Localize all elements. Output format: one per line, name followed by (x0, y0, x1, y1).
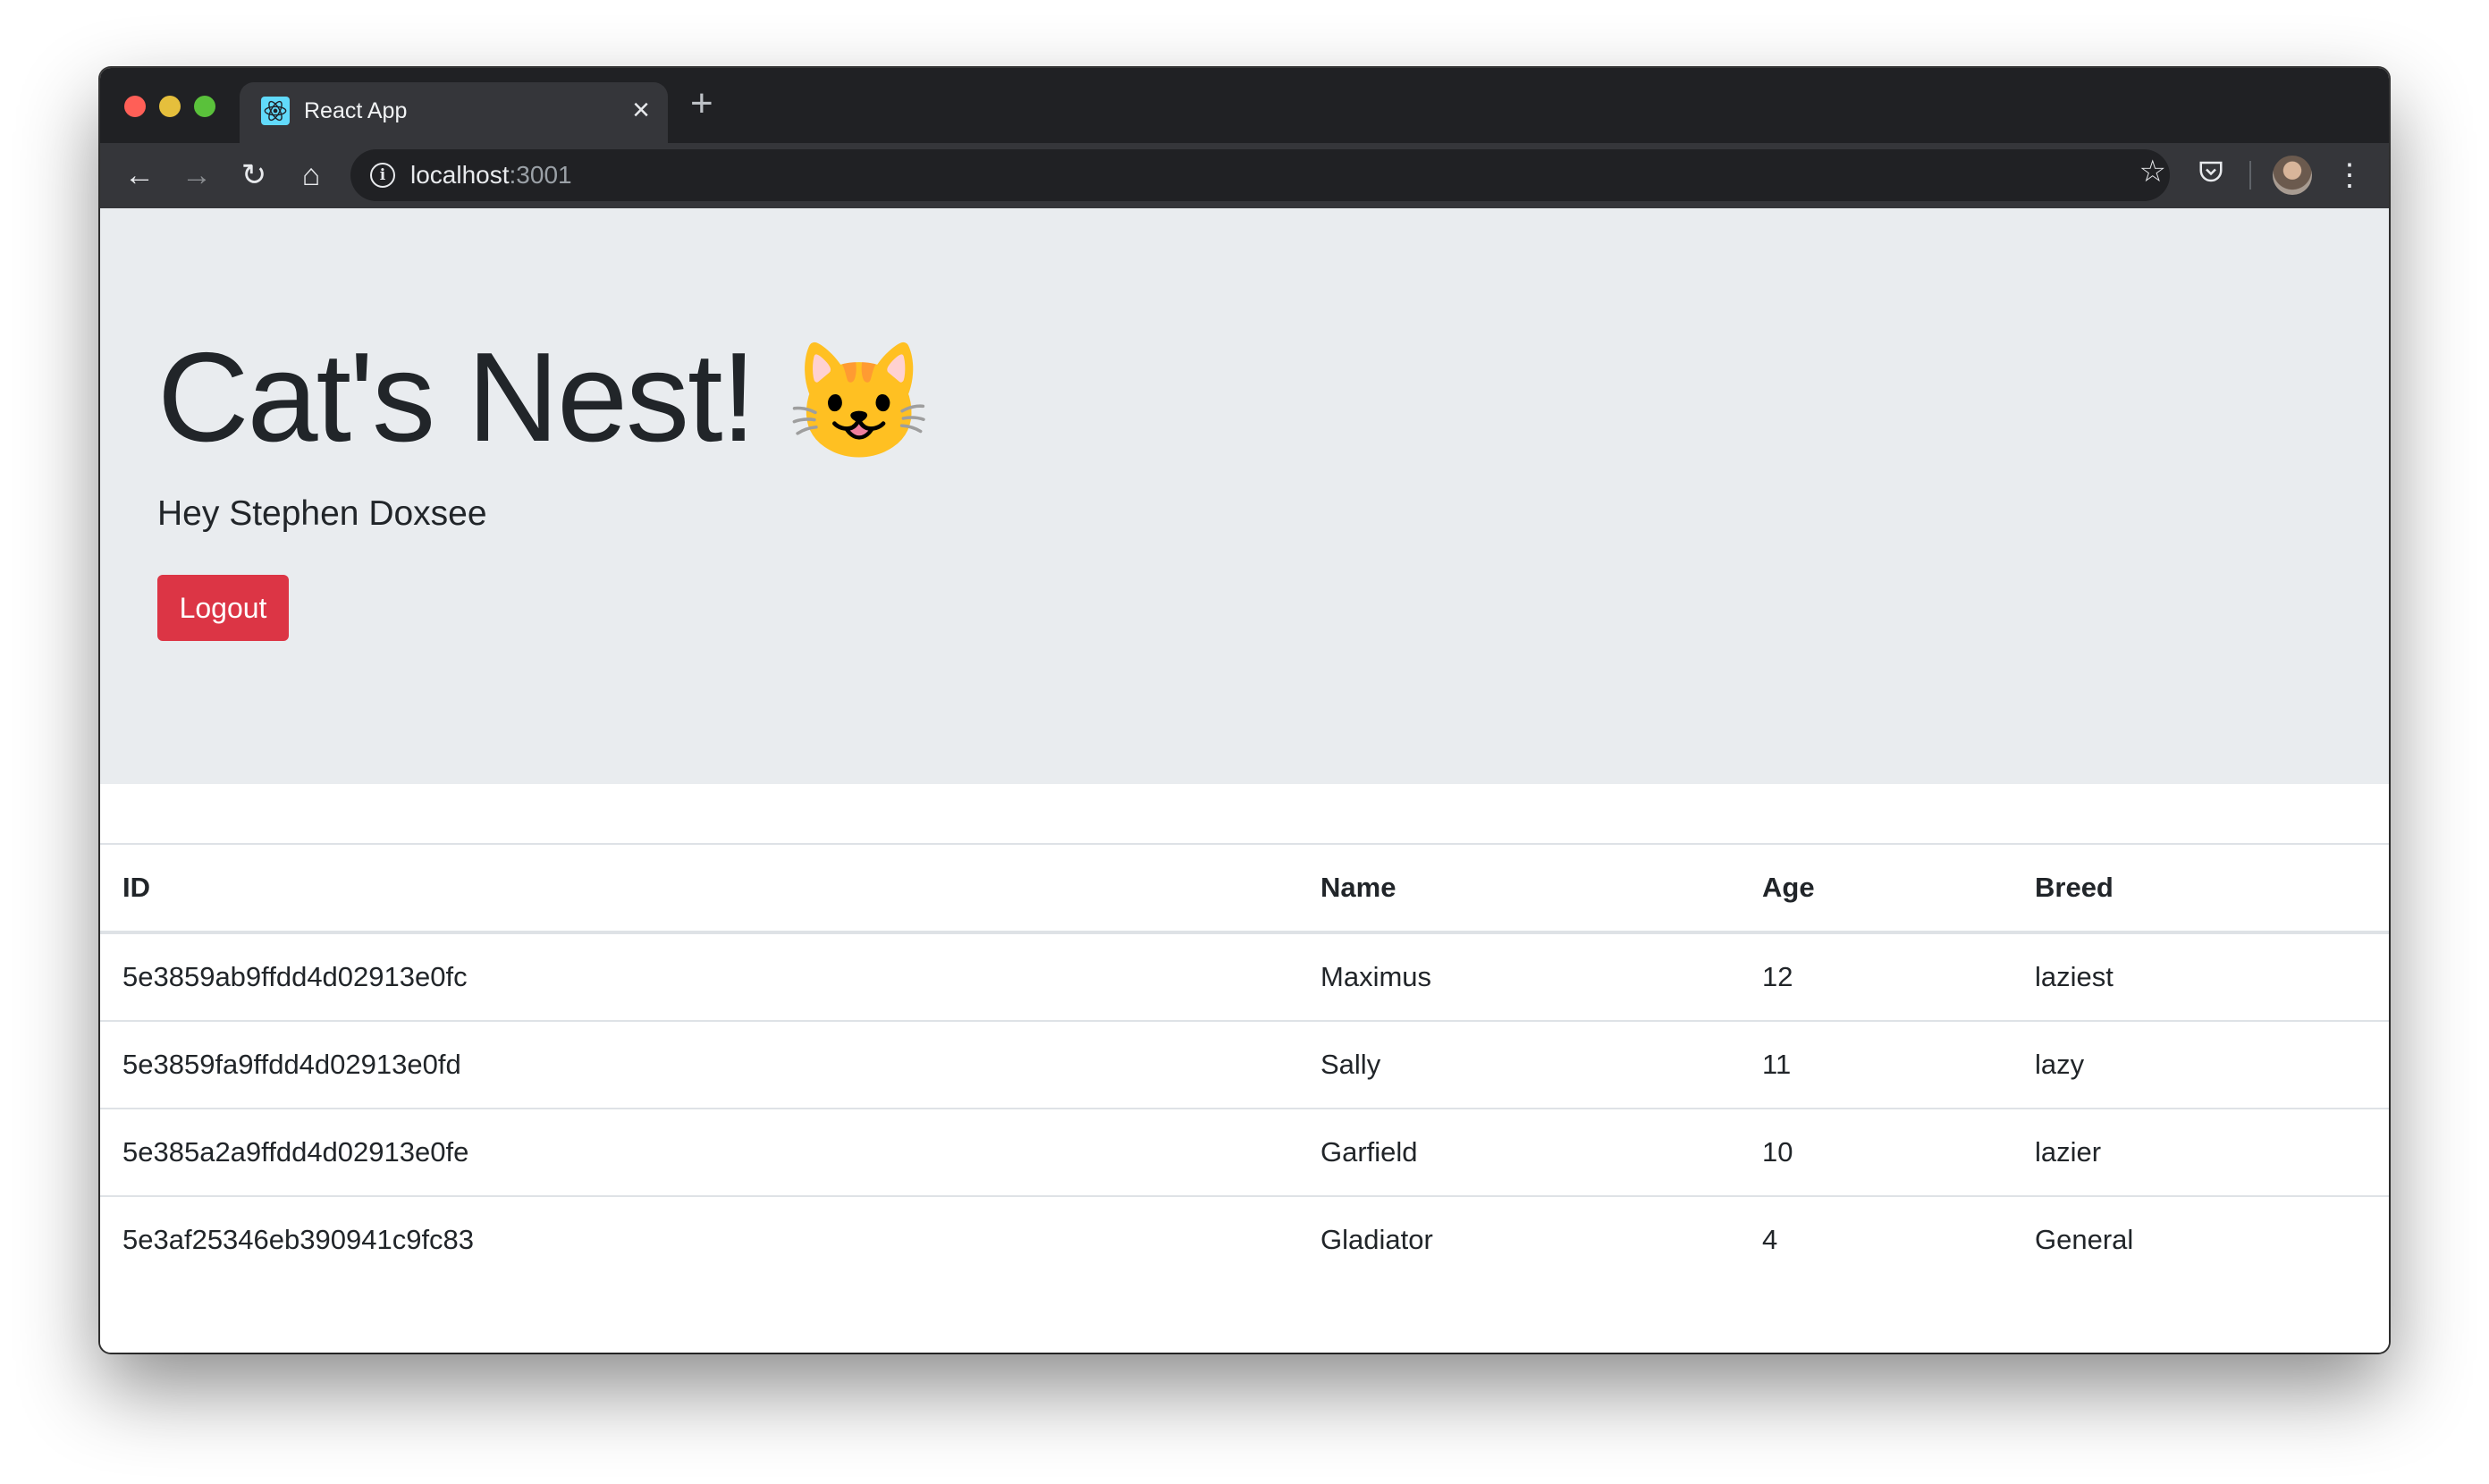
cell-age: 10 (1740, 1108, 2012, 1196)
home-icon[interactable]: ⌂ (291, 156, 331, 195)
tab-bar: React App × + (100, 68, 2389, 143)
new-tab-plus-icon[interactable]: + (690, 84, 713, 123)
page-title: Cat's Nest! 😺 (157, 325, 931, 471)
toolbar-divider (2249, 161, 2251, 190)
cell-age: 4 (1740, 1195, 2012, 1283)
cell-age: 11 (1740, 1020, 2012, 1109)
address-bar[interactable]: i localhost:3001 ☆ (350, 149, 2170, 201)
cell-breed: lazier (2012, 1108, 2389, 1196)
star-icon[interactable]: ☆ (2139, 154, 2166, 190)
react-favicon-icon (261, 97, 290, 125)
reload-icon[interactable]: ↻ (234, 156, 274, 195)
page-content: Cat's Nest! 😺 Hey Stephen Doxsee Logout … (100, 208, 2389, 1353)
header-name: Name (1298, 843, 1740, 934)
cell-name: Gladiator (1298, 1195, 1740, 1283)
table-row: 5e3859ab9ffdd4d02913e0fc Maximus 12 laziest (100, 932, 2389, 1021)
browser-toolbar: ← → ↻ ⌂ i localhost:3001 ☆ ⋮ (100, 143, 2389, 208)
info-icon[interactable]: i (370, 163, 395, 188)
table-row: 5e3af25346eb390941c9fc83 Gladiator 4 Genera… (100, 1195, 2389, 1283)
table-row: 5e3859fa9ffdd4d02913e0fd Sally 11 lazy (100, 1020, 2389, 1109)
jumbotron: Cat's Nest! 😺 Hey Stephen Doxsee Logout (100, 208, 2389, 784)
url-text: localhost:3001 (410, 161, 572, 190)
table-row: 5e385a2a9ffdd4d02913e0fe Garfield 10 lazier (100, 1108, 2389, 1196)
avatar[interactable] (2273, 156, 2312, 195)
close-tab-icon[interactable]: × (632, 93, 650, 128)
cats-table: ID Name Age Breed 5e3859ab9ffdd4d02913e0… (100, 843, 2389, 1283)
cell-breed: lazy (2012, 1020, 2389, 1109)
table-header-row: ID Name Age Breed (100, 843, 2389, 934)
close-window-button[interactable] (124, 96, 146, 117)
cell-name: Garfield (1298, 1108, 1740, 1196)
tab-title: React App (304, 98, 408, 123)
header-breed: Breed (2012, 843, 2389, 934)
cell-name: Sally (1298, 1020, 1740, 1109)
cell-id: 5e385a2a9ffdd4d02913e0fe (100, 1108, 1298, 1196)
cell-id: 5e3859fa9ffdd4d02913e0fd (100, 1020, 1298, 1109)
maximize-window-button[interactable] (194, 96, 215, 117)
cell-id: 5e3859ab9ffdd4d02913e0fc (100, 932, 1298, 1021)
cell-breed: laziest (2012, 932, 2389, 1021)
url-port: :3001 (509, 161, 572, 189)
greeting: Hey Stephen Doxsee (157, 494, 487, 533)
url-host: localhost (410, 161, 510, 189)
kebab-menu-icon[interactable]: ⋮ (2330, 156, 2369, 195)
cell-id: 5e3af25346eb390941c9fc83 (100, 1195, 1298, 1283)
cell-age: 12 (1740, 932, 2012, 1021)
pocket-icon[interactable] (2191, 156, 2231, 195)
cell-name: Maximus (1298, 932, 1740, 1021)
header-id: ID (100, 843, 1298, 934)
minimize-window-button[interactable] (159, 96, 181, 117)
browser-window: React App × + ← → ↻ ⌂ i localhost:3001 ☆… (100, 68, 2389, 1353)
cell-breed: General (2012, 1195, 2389, 1283)
forward-arrow-icon[interactable]: → (177, 156, 216, 195)
header-age: Age (1740, 843, 2012, 934)
cat-emoji-icon: 😺 (788, 338, 930, 466)
logout-button[interactable]: Logout (157, 575, 289, 641)
back-arrow-icon[interactable]: ← (120, 156, 159, 195)
title-text: Cat's Nest! (157, 326, 756, 468)
tab-react-app[interactable]: React App × (240, 82, 668, 143)
